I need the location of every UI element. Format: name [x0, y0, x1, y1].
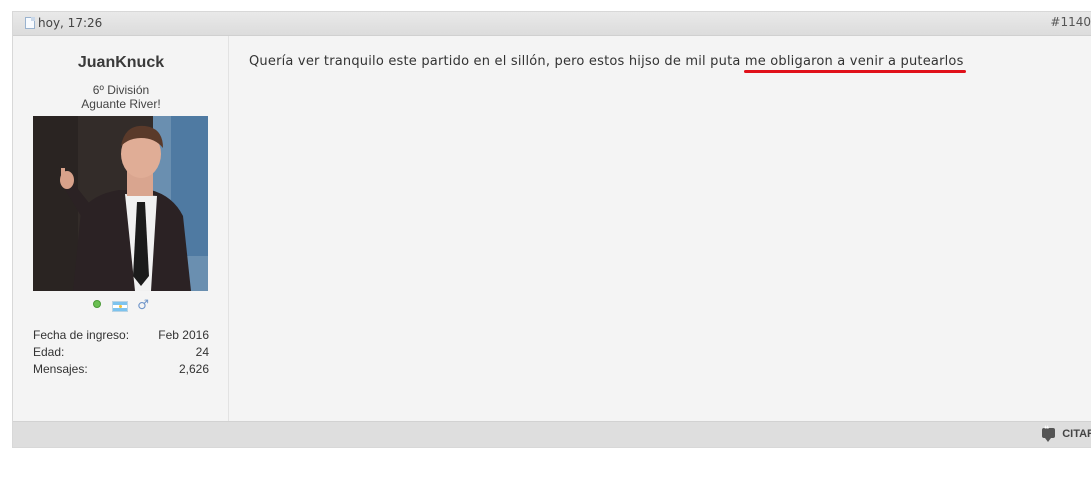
male-gender-icon: ♂ — [137, 298, 149, 313]
message-underlined-text: me obligaron a venir a putearlos — [744, 54, 964, 69]
avatar[interactable] — [33, 116, 208, 291]
user-custom-title: Aguante River! — [81, 97, 161, 111]
red-underline-mark — [743, 70, 966, 73]
document-icon — [25, 17, 35, 29]
stat-label: Fecha de ingreso: — [33, 328, 130, 342]
stat-age: Edad: 24 — [33, 344, 209, 361]
user-rank: 6º División — [92, 83, 150, 97]
post-header: hoy, 17:26 #1140 — [13, 12, 1091, 36]
post-date: hoy, 17:26 — [38, 16, 103, 30]
post-footer: ❝ CITAR — [13, 421, 1091, 447]
stat-join-date: Fecha de ingreso: Feb 2016 — [33, 327, 209, 344]
post-number-link[interactable]: #1140 — [1050, 15, 1091, 29]
forum-post: hoy, 17:26 #1140 JuanKnuck 6º División A… — [12, 11, 1091, 448]
online-status-icon — [93, 300, 102, 308]
user-stats: Fecha de ingreso: Feb 2016 Edad: 24 Mens… — [33, 327, 209, 378]
stat-label: Mensajes: — [33, 362, 88, 376]
username-link[interactable]: JuanKnuck — [13, 54, 229, 72]
message-text: Quería ver tranquilo este partido en el … — [249, 54, 745, 69]
stat-value: Feb 2016 — [158, 328, 209, 342]
quote-icon[interactable]: ❝ — [1042, 425, 1055, 442]
user-status-icons: ♂ — [13, 298, 229, 314]
stat-label: Edad: — [33, 345, 65, 359]
user-info-panel: JuanKnuck 6º División Aguante River! ♂ F… — [13, 36, 229, 424]
avatar-image — [33, 116, 208, 291]
argentina-flag-icon — [112, 301, 129, 312]
quote-button[interactable]: CITAR — [1062, 428, 1091, 440]
stat-value: 24 — [195, 345, 209, 359]
message-highlight: me obligaron a venir a putearlos — [743, 54, 966, 73]
stat-posts: Mensajes: 2,626 — [33, 361, 209, 378]
stat-value: 2,626 — [178, 362, 209, 376]
post-message: Quería ver tranquilo este partido en el … — [249, 54, 966, 73]
